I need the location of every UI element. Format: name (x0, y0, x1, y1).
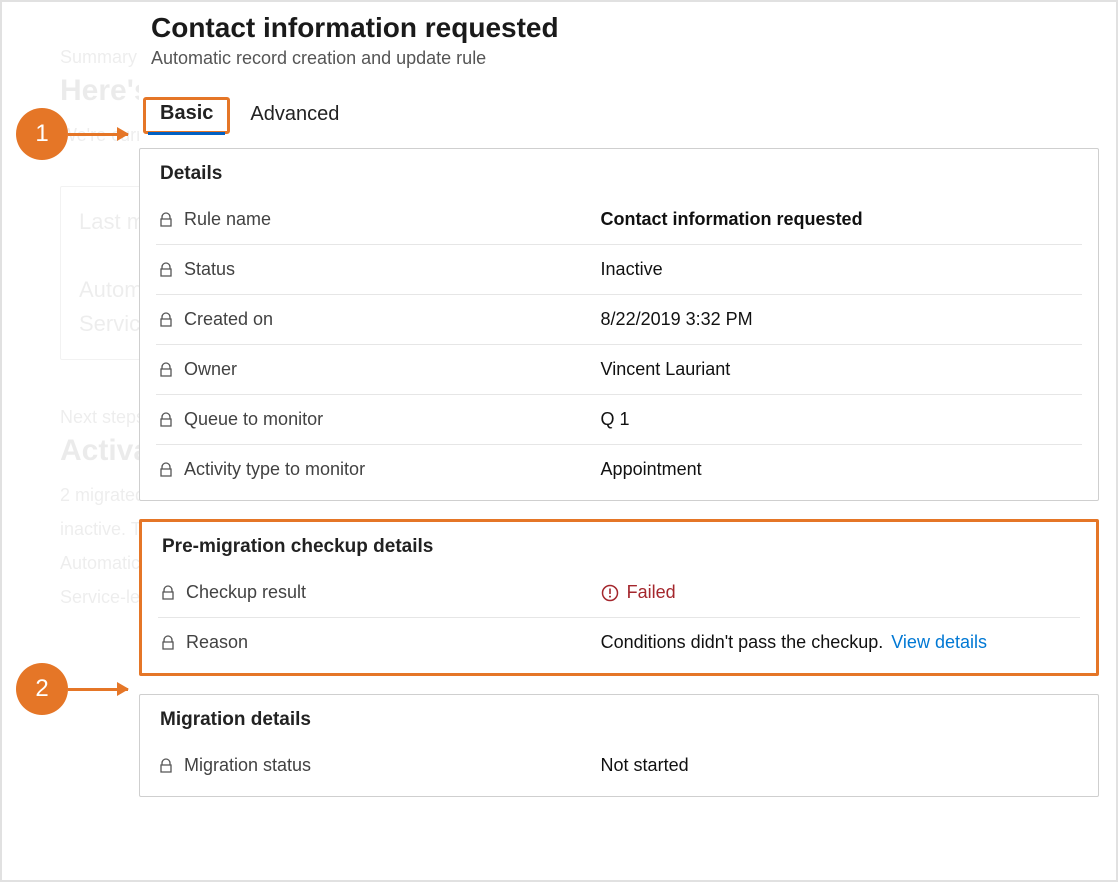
lock-icon (158, 462, 174, 478)
lock-icon (160, 585, 176, 601)
view-details-link[interactable]: View details (891, 632, 987, 653)
value-migration-status: Not started (601, 755, 1080, 776)
arrow-icon (68, 133, 128, 136)
row-created: Created on 8/22/2019 3:32 PM (156, 295, 1082, 345)
value-checkup-result: Failed (627, 582, 676, 603)
label-created: Created on (184, 309, 273, 330)
row-queue: Queue to monitor Q 1 (156, 395, 1082, 445)
lock-icon (158, 312, 174, 328)
record-panel: Contact information requested Automatic … (139, 12, 1099, 815)
tab-advanced[interactable]: Advanced (238, 97, 351, 134)
callout-1: 1 (16, 108, 128, 160)
page-title: Contact information requested (151, 12, 1099, 44)
row-checkup-result: Checkup result Failed (158, 568, 1080, 618)
checkup-card: Pre-migration checkup details Checkup re… (139, 519, 1099, 676)
callout-badge-1: 1 (16, 108, 68, 160)
details-title: Details (160, 163, 1082, 185)
row-migration-status: Migration status Not started (156, 741, 1082, 790)
tabs: Basic Advanced (143, 97, 1099, 134)
row-status: Status Inactive (156, 245, 1082, 295)
label-queue: Queue to monitor (184, 409, 323, 430)
row-activity: Activity type to monitor Appointment (156, 445, 1082, 494)
label-migration-status: Migration status (184, 755, 311, 776)
label-status: Status (184, 259, 235, 280)
migration-title: Migration details (160, 709, 1082, 731)
migration-card: Migration details Migration status Not s… (139, 694, 1099, 797)
lock-icon (158, 412, 174, 428)
label-owner: Owner (184, 359, 237, 380)
arrow-icon (68, 688, 128, 691)
label-rule-name: Rule name (184, 209, 271, 230)
failed-status: Failed (601, 582, 676, 603)
value-status: Inactive (601, 259, 1080, 280)
lock-icon (158, 212, 174, 228)
label-checkup-result: Checkup result (186, 582, 306, 603)
lock-icon (158, 262, 174, 278)
lock-icon (158, 758, 174, 774)
page-subtitle: Automatic record creation and update rul… (151, 48, 1099, 69)
value-owner: Vincent Lauriant (601, 359, 1080, 380)
value-created: 8/22/2019 3:32 PM (601, 309, 1080, 330)
value-queue: Q 1 (601, 409, 1080, 430)
value-activity: Appointment (601, 459, 1080, 480)
value-rule-name: Contact information requested (601, 209, 1080, 230)
label-activity: Activity type to monitor (184, 459, 365, 480)
details-card: Details Rule name Contact information re… (139, 148, 1099, 501)
lock-icon (160, 635, 176, 651)
row-owner: Owner Vincent Lauriant (156, 345, 1082, 395)
row-rule-name: Rule name Contact information requested (156, 195, 1082, 245)
callout-2: 2 (16, 663, 128, 715)
tab-basic[interactable]: Basic (148, 96, 225, 135)
callout-badge-2: 2 (16, 663, 68, 715)
value-checkup-reason: Conditions didn't pass the checkup. (601, 632, 884, 653)
callout-box-1: Basic (143, 97, 230, 134)
row-checkup-reason: Reason Conditions didn't pass the checku… (158, 618, 1080, 667)
lock-icon (158, 362, 174, 378)
label-checkup-reason: Reason (186, 632, 248, 653)
checkup-title: Pre-migration checkup details (162, 536, 1080, 558)
error-icon (601, 584, 619, 602)
